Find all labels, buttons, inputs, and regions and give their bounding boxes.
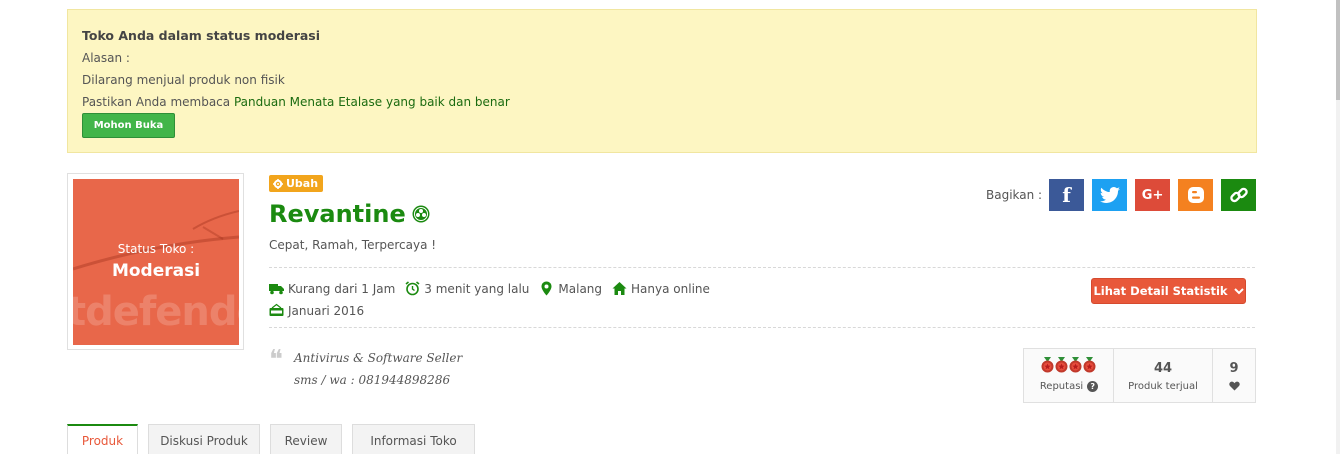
map-marker-icon <box>541 281 552 296</box>
description-line-2: sms / wa : 081944898286 <box>294 373 451 387</box>
shop-opened-row: Januari 2016 <box>269 303 364 318</box>
shop-mode-text: Hanya online <box>631 281 710 296</box>
twitter-icon <box>1099 187 1120 203</box>
opened-info: Januari 2016 <box>269 303 364 318</box>
reputation-label: Reputasi <box>1039 381 1084 392</box>
facebook-icon: f <box>1062 183 1071 207</box>
open-sign-icon <box>269 303 284 316</box>
google-plus-icon: G+ <box>1141 187 1164 203</box>
heart-icon <box>1228 381 1240 391</box>
alarm-clock-icon <box>405 281 420 296</box>
location-info: Malang <box>539 281 602 296</box>
notice-instruction: Pastikan Anda membaca Panduan Menata Eta… <box>82 95 510 109</box>
share-blogger-button[interactable] <box>1178 179 1214 211</box>
medal-icon <box>1069 357 1082 373</box>
notice-instruction-text: Pastikan Anda membaca <box>82 95 231 109</box>
home-icon <box>612 282 627 295</box>
medal-icon <box>1083 357 1096 373</box>
quote-icon: ❝ <box>269 345 283 375</box>
edit-shop-button[interactable]: Ubah <box>269 175 324 192</box>
shop-status-value: Moderasi <box>111 261 201 281</box>
shop-tagline: Cepat, Ramah, Terpercaya ! <box>269 238 437 252</box>
last-online-text: 3 menit yang lalu <box>424 281 530 296</box>
divider <box>269 267 1255 268</box>
reputation-label-row: Reputasi ? <box>1024 381 1114 392</box>
products-sold-label: Produk terjual <box>1128 381 1198 392</box>
delivery-text: Kurang dari 1 Jam <box>288 281 396 296</box>
scrollbar-thumb[interactable] <box>1336 0 1340 100</box>
moderation-notice: Toko Anda dalam status moderasi Alasan :… <box>67 9 1257 153</box>
tab-diskusi-produk[interactable]: Diskusi Produk <box>148 424 260 454</box>
edit-label: Ubah <box>286 177 319 190</box>
shop-info-row: Kurang dari 1 Jam 3 menit yang lalu Mala… <box>269 281 710 296</box>
shop-stats: Reputasi ? 44 Produk terjual 9 <box>1023 348 1256 403</box>
share-bar: Bagikan : f G+ <box>986 179 1257 211</box>
notice-title: Toko Anda dalam status moderasi <box>82 28 321 43</box>
shop-name-row: Revantine <box>269 200 430 228</box>
share-google-plus-button[interactable]: G+ <box>1135 179 1171 211</box>
scrollbar[interactable] <box>1336 0 1340 454</box>
heart-icon-wrap <box>1213 380 1255 394</box>
opened-text: Januari 2016 <box>288 303 365 318</box>
request-open-button[interactable]: Mohon Buka <box>82 113 175 138</box>
avatar-watermark: tdefende <box>73 289 239 335</box>
description-line-1: Antivirus & Software Seller <box>294 351 463 365</box>
statistics-label: Lihat Detail Statistik <box>1093 284 1228 298</box>
share-twitter-button[interactable] <box>1092 179 1128 211</box>
delivery-info: Kurang dari 1 Jam <box>269 281 395 296</box>
guide-link[interactable]: Panduan Menata Etalase yang baik dan ben… <box>234 95 510 109</box>
notice-reason: Dilarang menjual produk non fisik <box>82 73 285 87</box>
medal-icon <box>1055 357 1068 373</box>
reputation-medals <box>1041 357 1096 373</box>
tab-informasi-toko[interactable]: Informasi Toko <box>352 424 475 454</box>
chevron-down-icon <box>1233 288 1244 295</box>
shop-tabs: Produk Diskusi Produk Review Informasi T… <box>67 424 485 454</box>
favorites-count: 9 <box>1229 361 1239 376</box>
medal-icon <box>1041 357 1054 373</box>
divider <box>269 327 1255 328</box>
shop-name: Revantine <box>269 200 406 228</box>
reputation-stat[interactable]: Reputasi ? <box>1024 349 1114 402</box>
location-text: Malang <box>558 281 603 296</box>
gold-merchant-badge-icon <box>412 205 430 223</box>
products-sold-stat: 44 Produk terjual <box>1114 349 1213 402</box>
products-sold-count: 44 <box>1153 361 1173 376</box>
copy-link-button[interactable] <box>1221 179 1257 211</box>
view-statistics-button[interactable]: Lihat Detail Statistik <box>1091 278 1246 304</box>
help-icon[interactable]: ? <box>1087 381 1099 392</box>
truck-icon <box>269 284 284 295</box>
favorites-stat[interactable]: 9 <box>1213 349 1255 402</box>
gear-icon <box>273 178 283 189</box>
shop-mode-info: Hanya online <box>612 281 710 296</box>
blogger-icon <box>1187 187 1204 203</box>
tab-produk[interactable]: Produk <box>67 424 138 454</box>
link-icon <box>1229 187 1248 203</box>
share-facebook-button[interactable]: f <box>1049 179 1085 211</box>
shop-avatar[interactable]: tdefende Status Toko : Moderasi <box>73 179 239 345</box>
last-online-info: 3 menit yang lalu <box>405 281 529 296</box>
shop-avatar-frame: tdefende Status Toko : Moderasi <box>67 173 244 350</box>
tab-review[interactable]: Review <box>270 424 342 454</box>
shop-status-label: Status Toko : <box>117 242 195 256</box>
share-label: Bagikan : <box>986 188 1043 202</box>
notice-reason-label: Alasan : <box>82 51 130 65</box>
